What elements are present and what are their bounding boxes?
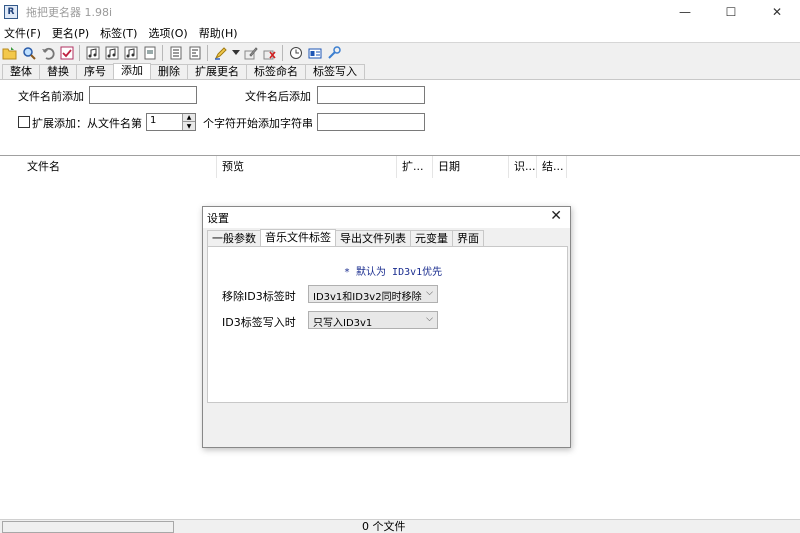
document-icon[interactable] [141, 44, 159, 62]
spin-up-icon[interactable]: ▲ [182, 114, 195, 122]
minimize-button[interactable]: — [662, 0, 708, 24]
tab-sequence[interactable]: 序号 [76, 64, 114, 80]
default-note: * 默认为 ID3v1优先 [344, 267, 443, 278]
dropdown-arrow-icon[interactable] [231, 44, 241, 62]
music-note-icon[interactable] [103, 44, 121, 62]
tab-overall[interactable]: 整体 [2, 64, 40, 80]
search-icon[interactable] [20, 44, 38, 62]
dialog-tab-strip: 一般参数 音乐文件标签 导出文件列表 元变量 界面 [207, 229, 484, 247]
highlighter-icon[interactable] [212, 44, 230, 62]
column-filename[interactable]: 文件名 [22, 156, 217, 178]
chevron-down-icon: ⌵ [426, 314, 433, 324]
delete-icon[interactable] [261, 44, 279, 62]
dialog-title-bar: 设置 ✕ [203, 207, 570, 228]
menu-tags[interactable]: 标签(T) [96, 25, 144, 41]
close-button[interactable]: ✕ [754, 0, 800, 24]
list-icon[interactable] [167, 44, 185, 62]
dialog-close-icon[interactable]: ✕ [550, 208, 562, 224]
tab-general[interactable]: 一般参数 [207, 230, 261, 247]
toolbar [0, 42, 800, 63]
tab-tag-naming[interactable]: 标签命名 [246, 64, 306, 80]
chevron-down-icon: ⌵ [426, 288, 433, 298]
maximize-button[interactable]: ☐ [708, 0, 754, 24]
toolbar-separator [162, 45, 163, 61]
column-result[interactable]: 结... [537, 156, 567, 178]
open-folder-icon[interactable] [1, 44, 19, 62]
insert-input[interactable] [317, 113, 425, 131]
extend-add-checkbox[interactable] [18, 116, 30, 128]
menu-help[interactable]: 帮助(H) [195, 25, 245, 41]
tab-interface[interactable]: 界面 [452, 230, 484, 247]
tab-replace[interactable]: 替换 [39, 64, 77, 80]
add-panel: 文件名前添加 文件名后添加 扩展添加：从文件名第 1 ▲ ▼ 个字符开始添加字符… [0, 79, 800, 155]
list-icon[interactable] [186, 44, 204, 62]
write-id3-value: 只写入ID3v1 [313, 318, 373, 329]
write-id3-select[interactable]: 只写入ID3v1 ⌵ [308, 311, 438, 329]
suffix-input[interactable] [317, 86, 425, 104]
status-bar: 0 个文件 [0, 519, 800, 533]
file-count-text: 0 个文件 [362, 520, 406, 533]
remove-id3-value: ID3v1和ID3v2同时移除 [313, 292, 422, 303]
list-header: 文件名 预览 扩... 日期 识... 结... [0, 156, 800, 178]
prefix-input[interactable] [89, 86, 197, 104]
column-extension[interactable]: 扩... [397, 156, 433, 178]
title-bar: R 拖把更名器 1.98i — ☐ ✕ [0, 0, 800, 24]
window-title: 拖把更名器 1.98i [26, 6, 113, 19]
dialog-title: 设置 [207, 212, 229, 225]
position-spinner[interactable]: 1 ▲ ▼ [146, 113, 196, 131]
menu-options[interactable]: 选项(O) [144, 25, 194, 41]
app-icon: R [4, 5, 18, 19]
progress-pane [2, 521, 174, 533]
music-note-icon[interactable] [84, 44, 102, 62]
tab-tag-writing[interactable]: 标签写入 [305, 64, 365, 80]
tab-meta-variables[interactable]: 元变量 [410, 230, 453, 247]
extend-add-label: 扩展添加：从文件名第 [32, 117, 142, 130]
prefix-label: 文件名前添加 [18, 90, 84, 103]
check-icon[interactable] [58, 44, 76, 62]
main-tab-strip: 整体 替换 序号 添加 删除 扩展更名 标签命名 标签写入 [0, 63, 800, 80]
music-note-icon[interactable] [122, 44, 140, 62]
position-value: 1 [150, 115, 157, 126]
column-date[interactable]: 日期 [433, 156, 509, 178]
tab-music-tags[interactable]: 音乐文件标签 [260, 229, 336, 247]
tab-delete[interactable]: 删除 [150, 64, 188, 80]
menu-rename[interactable]: 更名(P) [48, 25, 96, 41]
tab-add[interactable]: 添加 [113, 63, 151, 80]
insert-label: 个字符开始添加字符串 [203, 117, 313, 130]
column-preview[interactable]: 预览 [217, 156, 397, 178]
id-card-icon[interactable] [306, 44, 324, 62]
settings-dialog: 设置 ✕ 一般参数 音乐文件标签 导出文件列表 元变量 界面 * 默认为 ID3… [202, 206, 571, 448]
tab-extended-rename[interactable]: 扩展更名 [187, 64, 247, 80]
toolbar-separator [282, 45, 283, 61]
tab-export-list[interactable]: 导出文件列表 [335, 230, 411, 247]
edit-icon[interactable] [242, 44, 260, 62]
toolbar-separator [79, 45, 80, 61]
menu-file[interactable]: 文件(F) [0, 25, 48, 41]
menu-bar: 文件(F) 更名(P) 标签(T) 选项(O) 帮助(H) [0, 24, 800, 42]
column-identify[interactable]: 识... [509, 156, 537, 178]
toolbar-separator [207, 45, 208, 61]
tools-icon[interactable] [325, 44, 343, 62]
undo-icon[interactable] [39, 44, 57, 62]
remove-id3-select[interactable]: ID3v1和ID3v2同时移除 ⌵ [308, 285, 438, 303]
clock-icon[interactable] [287, 44, 305, 62]
remove-id3-label: 移除ID3标签时 [222, 290, 296, 303]
music-tags-panel: * 默认为 ID3v1优先 移除ID3标签时 ID3v1和ID3v2同时移除 ⌵… [207, 246, 568, 403]
spin-down-icon[interactable]: ▼ [182, 122, 195, 130]
write-id3-label: ID3标签写入时 [222, 316, 296, 329]
suffix-label: 文件名后添加 [245, 90, 311, 103]
